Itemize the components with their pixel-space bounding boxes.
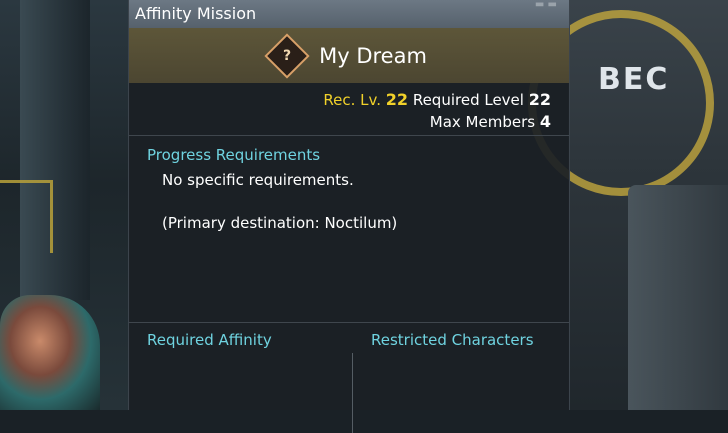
window-titlebar: Affinity Mission ▬ ▬ [129,0,569,28]
restricted-characters-section: Restricted Characters [353,323,534,411]
background-pillar [20,0,90,300]
required-affinity-title: Required Affinity [147,331,272,349]
window-title: Affinity Mission [135,4,257,23]
background-sign: BEC [598,62,670,97]
max-members-label: Max Members [429,113,536,131]
rec-level-label: Rec. Lv. [323,91,381,109]
required-affinity-section: Required Affinity [129,331,353,433]
required-level-label: Required Level [412,91,524,109]
members-row: Max Members 4 [129,111,551,133]
scroll-indicator-icon: ▬ ▬ [534,0,557,10]
bottom-sections: Required Affinity Restricted Characters [129,323,569,433]
background-right-scenery: BEC [528,0,728,410]
mission-name: My Dream [319,43,427,68]
max-members-value: 4 [539,112,551,131]
background-character [0,295,100,410]
requirements-text: No specific requirements. [162,171,354,189]
mission-banner[interactable]: ? My Dream [129,28,569,83]
level-info: Rec. Lv. 22 Required Level 22 Max Member… [129,83,569,136]
required-level-value: 22 [528,90,551,109]
background-left-scenery [0,0,130,410]
primary-destination-text: (Primary destination: Noctilum) [162,214,398,232]
background-machinery [628,185,728,410]
affinity-mission-panel: Affinity Mission ▬ ▬ ? My Dream Rec. Lv.… [128,0,570,433]
level-row: Rec. Lv. 22 Required Level 22 [129,89,551,111]
question-mark-diamond-icon: ? [264,32,310,79]
background-railing [0,180,53,253]
rec-level-value: 22 [385,90,409,109]
progress-requirements-title: Progress Requirements [147,146,321,164]
progress-requirements-section: Progress Requirements No specific requir… [129,136,569,323]
restricted-characters-title: Restricted Characters [371,331,534,349]
